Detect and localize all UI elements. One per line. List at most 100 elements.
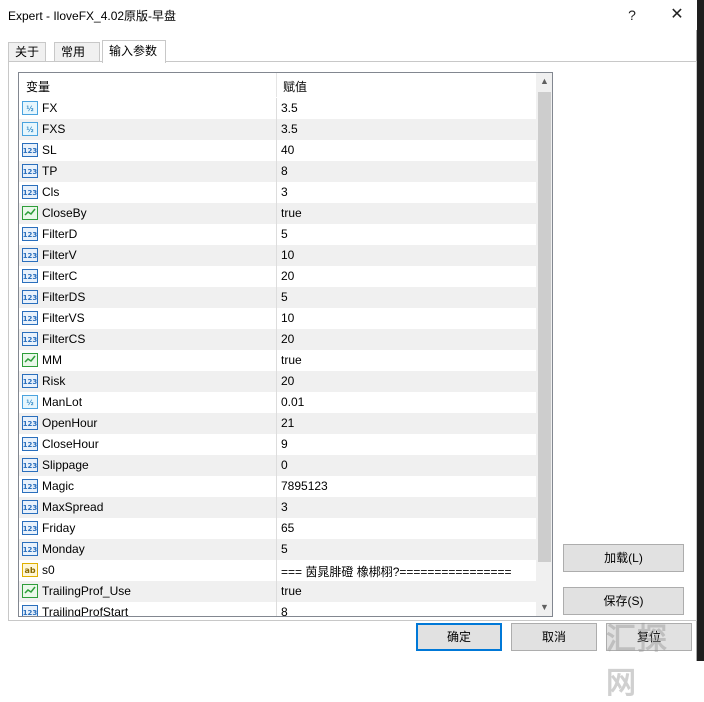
header-variable[interactable]: 变量 bbox=[26, 78, 50, 95]
grid-scrollbar[interactable]: ▲ ▼ bbox=[536, 73, 552, 616]
column-divider bbox=[276, 602, 277, 616]
param-row[interactable]: 123 FilterCS 20 bbox=[19, 329, 536, 350]
svg-text:½: ½ bbox=[26, 105, 33, 113]
param-row[interactable]: 123 FilterV 10 bbox=[19, 245, 536, 266]
param-value[interactable]: 5 bbox=[281, 542, 533, 556]
param-value[interactable]: 20 bbox=[281, 374, 533, 388]
cancel-button[interactable]: 取消 bbox=[511, 623, 597, 651]
int-type-icon: 123 bbox=[22, 437, 38, 451]
ok-button[interactable]: 确定 bbox=[416, 623, 502, 651]
column-divider bbox=[276, 539, 277, 560]
double-type-icon: ½ bbox=[22, 122, 38, 136]
param-name: FilterCS bbox=[42, 332, 86, 346]
param-row[interactable]: ½ FXS 3.5 bbox=[19, 119, 536, 140]
param-value[interactable]: 8 bbox=[281, 605, 533, 616]
param-row[interactable]: 123 CloseHour 9 bbox=[19, 434, 536, 455]
param-row[interactable]: 123 Magic 7895123 bbox=[19, 476, 536, 497]
bool-type-icon bbox=[22, 353, 38, 367]
column-divider bbox=[276, 119, 277, 140]
help-button[interactable]: ? bbox=[617, 4, 647, 26]
param-value[interactable]: 20 bbox=[281, 332, 533, 346]
column-divider bbox=[276, 581, 277, 602]
tab-about[interactable]: 关于 bbox=[8, 42, 46, 62]
param-row[interactable]: CloseBy true bbox=[19, 203, 536, 224]
column-divider bbox=[276, 476, 277, 497]
column-divider bbox=[276, 308, 277, 329]
svg-text:123: 123 bbox=[23, 546, 38, 554]
param-value[interactable]: 3.5 bbox=[281, 122, 533, 136]
scroll-up-icon[interactable]: ▲ bbox=[536, 73, 552, 90]
param-row[interactable]: TrailingProf_Use true bbox=[19, 581, 536, 602]
param-row[interactable]: 123 SL 40 bbox=[19, 140, 536, 161]
param-value[interactable]: 8 bbox=[281, 164, 533, 178]
scroll-down-icon[interactable]: ▼ bbox=[536, 599, 552, 616]
header-value[interactable]: 赋值 bbox=[283, 78, 307, 95]
column-divider bbox=[276, 413, 277, 434]
tab-common[interactable]: 常用 bbox=[54, 42, 100, 62]
int-type-icon: 123 bbox=[22, 290, 38, 304]
load-button[interactable]: 加载(L) bbox=[563, 544, 684, 572]
param-value[interactable]: 9 bbox=[281, 437, 533, 451]
int-type-icon: 123 bbox=[22, 374, 38, 388]
param-row[interactable]: 123 TP 8 bbox=[19, 161, 536, 182]
double-type-icon: ½ bbox=[22, 395, 38, 409]
int-type-icon: 123 bbox=[22, 332, 38, 346]
param-value[interactable]: 0.01 bbox=[281, 395, 533, 409]
param-value[interactable]: 20 bbox=[281, 269, 533, 283]
tab-inputs[interactable]: 输入参数 bbox=[102, 40, 166, 63]
param-row[interactable]: ½ ManLot 0.01 bbox=[19, 392, 536, 413]
param-value[interactable]: true bbox=[281, 584, 533, 598]
param-value[interactable]: 21 bbox=[281, 416, 533, 430]
param-row[interactable]: 123 MaxSpread 3 bbox=[19, 497, 536, 518]
param-value[interactable]: 3 bbox=[281, 500, 533, 514]
param-row[interactable]: 123 FilterDS 5 bbox=[19, 287, 536, 308]
title-bar: Expert - IloveFX_4.02原版-早盘 ? ✕ bbox=[0, 0, 697, 30]
param-value[interactable]: 5 bbox=[281, 227, 533, 241]
bool-type-icon bbox=[22, 206, 38, 220]
param-row[interactable]: 123 Friday 65 bbox=[19, 518, 536, 539]
column-divider bbox=[276, 560, 277, 581]
param-row[interactable]: MM true bbox=[19, 350, 536, 371]
param-value[interactable]: 0 bbox=[281, 458, 533, 472]
param-value[interactable]: true bbox=[281, 353, 533, 367]
param-value[interactable]: 7895123 bbox=[281, 479, 533, 493]
scroll-thumb[interactable] bbox=[538, 92, 551, 562]
param-row[interactable]: 123 TrailingProfStart 8 bbox=[19, 602, 536, 617]
param-row[interactable]: 123 Risk 20 bbox=[19, 371, 536, 392]
param-value[interactable]: 40 bbox=[281, 143, 533, 157]
param-row[interactable]: ½ FX 3.5 bbox=[19, 98, 536, 119]
param-row[interactable]: 123 FilterVS 10 bbox=[19, 308, 536, 329]
int-type-icon: 123 bbox=[22, 164, 38, 178]
param-name: Magic bbox=[42, 479, 75, 493]
int-type-icon: 123 bbox=[22, 143, 38, 157]
param-value[interactable]: 3.5 bbox=[281, 101, 533, 115]
param-row[interactable]: 123 OpenHour 21 bbox=[19, 413, 536, 434]
svg-text:123: 123 bbox=[23, 168, 38, 176]
param-value[interactable]: 5 bbox=[281, 290, 533, 304]
save-button[interactable]: 保存(S) bbox=[563, 587, 684, 615]
param-row[interactable]: 123 Slippage 0 bbox=[19, 455, 536, 476]
close-button[interactable]: ✕ bbox=[662, 4, 692, 26]
param-value[interactable]: true bbox=[281, 206, 533, 220]
svg-text:123: 123 bbox=[23, 609, 38, 617]
int-type-icon: 123 bbox=[22, 416, 38, 430]
column-divider bbox=[276, 518, 277, 539]
param-value[interactable]: 10 bbox=[281, 248, 533, 262]
param-row[interactable]: 123 FilterC 20 bbox=[19, 266, 536, 287]
parameters-grid[interactable]: 变量 赋值 ½ FX 3.5 ½ FXS 3.5 123 SL 40 123 TP 8 123 Cls 3 C… bbox=[18, 72, 553, 617]
param-value[interactable]: 10 bbox=[281, 311, 533, 325]
param-row[interactable]: ab s0 === 茵晁腓磴 橡梆栩?================ bbox=[19, 560, 536, 581]
svg-text:123: 123 bbox=[23, 336, 38, 344]
param-value[interactable]: 65 bbox=[281, 521, 533, 535]
param-value[interactable]: 3 bbox=[281, 185, 533, 199]
param-row[interactable]: 123 Monday 5 bbox=[19, 539, 536, 560]
param-row[interactable]: 123 Cls 3 bbox=[19, 182, 536, 203]
column-divider bbox=[276, 182, 277, 203]
grid-header: 变量 赋值 bbox=[19, 73, 536, 97]
param-row[interactable]: 123 FilterD 5 bbox=[19, 224, 536, 245]
column-divider bbox=[276, 98, 277, 119]
param-name: CloseHour bbox=[42, 437, 99, 451]
param-value[interactable]: === 茵晁腓磴 橡梆栩?================ bbox=[281, 563, 533, 580]
svg-text:123: 123 bbox=[23, 483, 38, 491]
int-type-icon: 123 bbox=[22, 248, 38, 262]
